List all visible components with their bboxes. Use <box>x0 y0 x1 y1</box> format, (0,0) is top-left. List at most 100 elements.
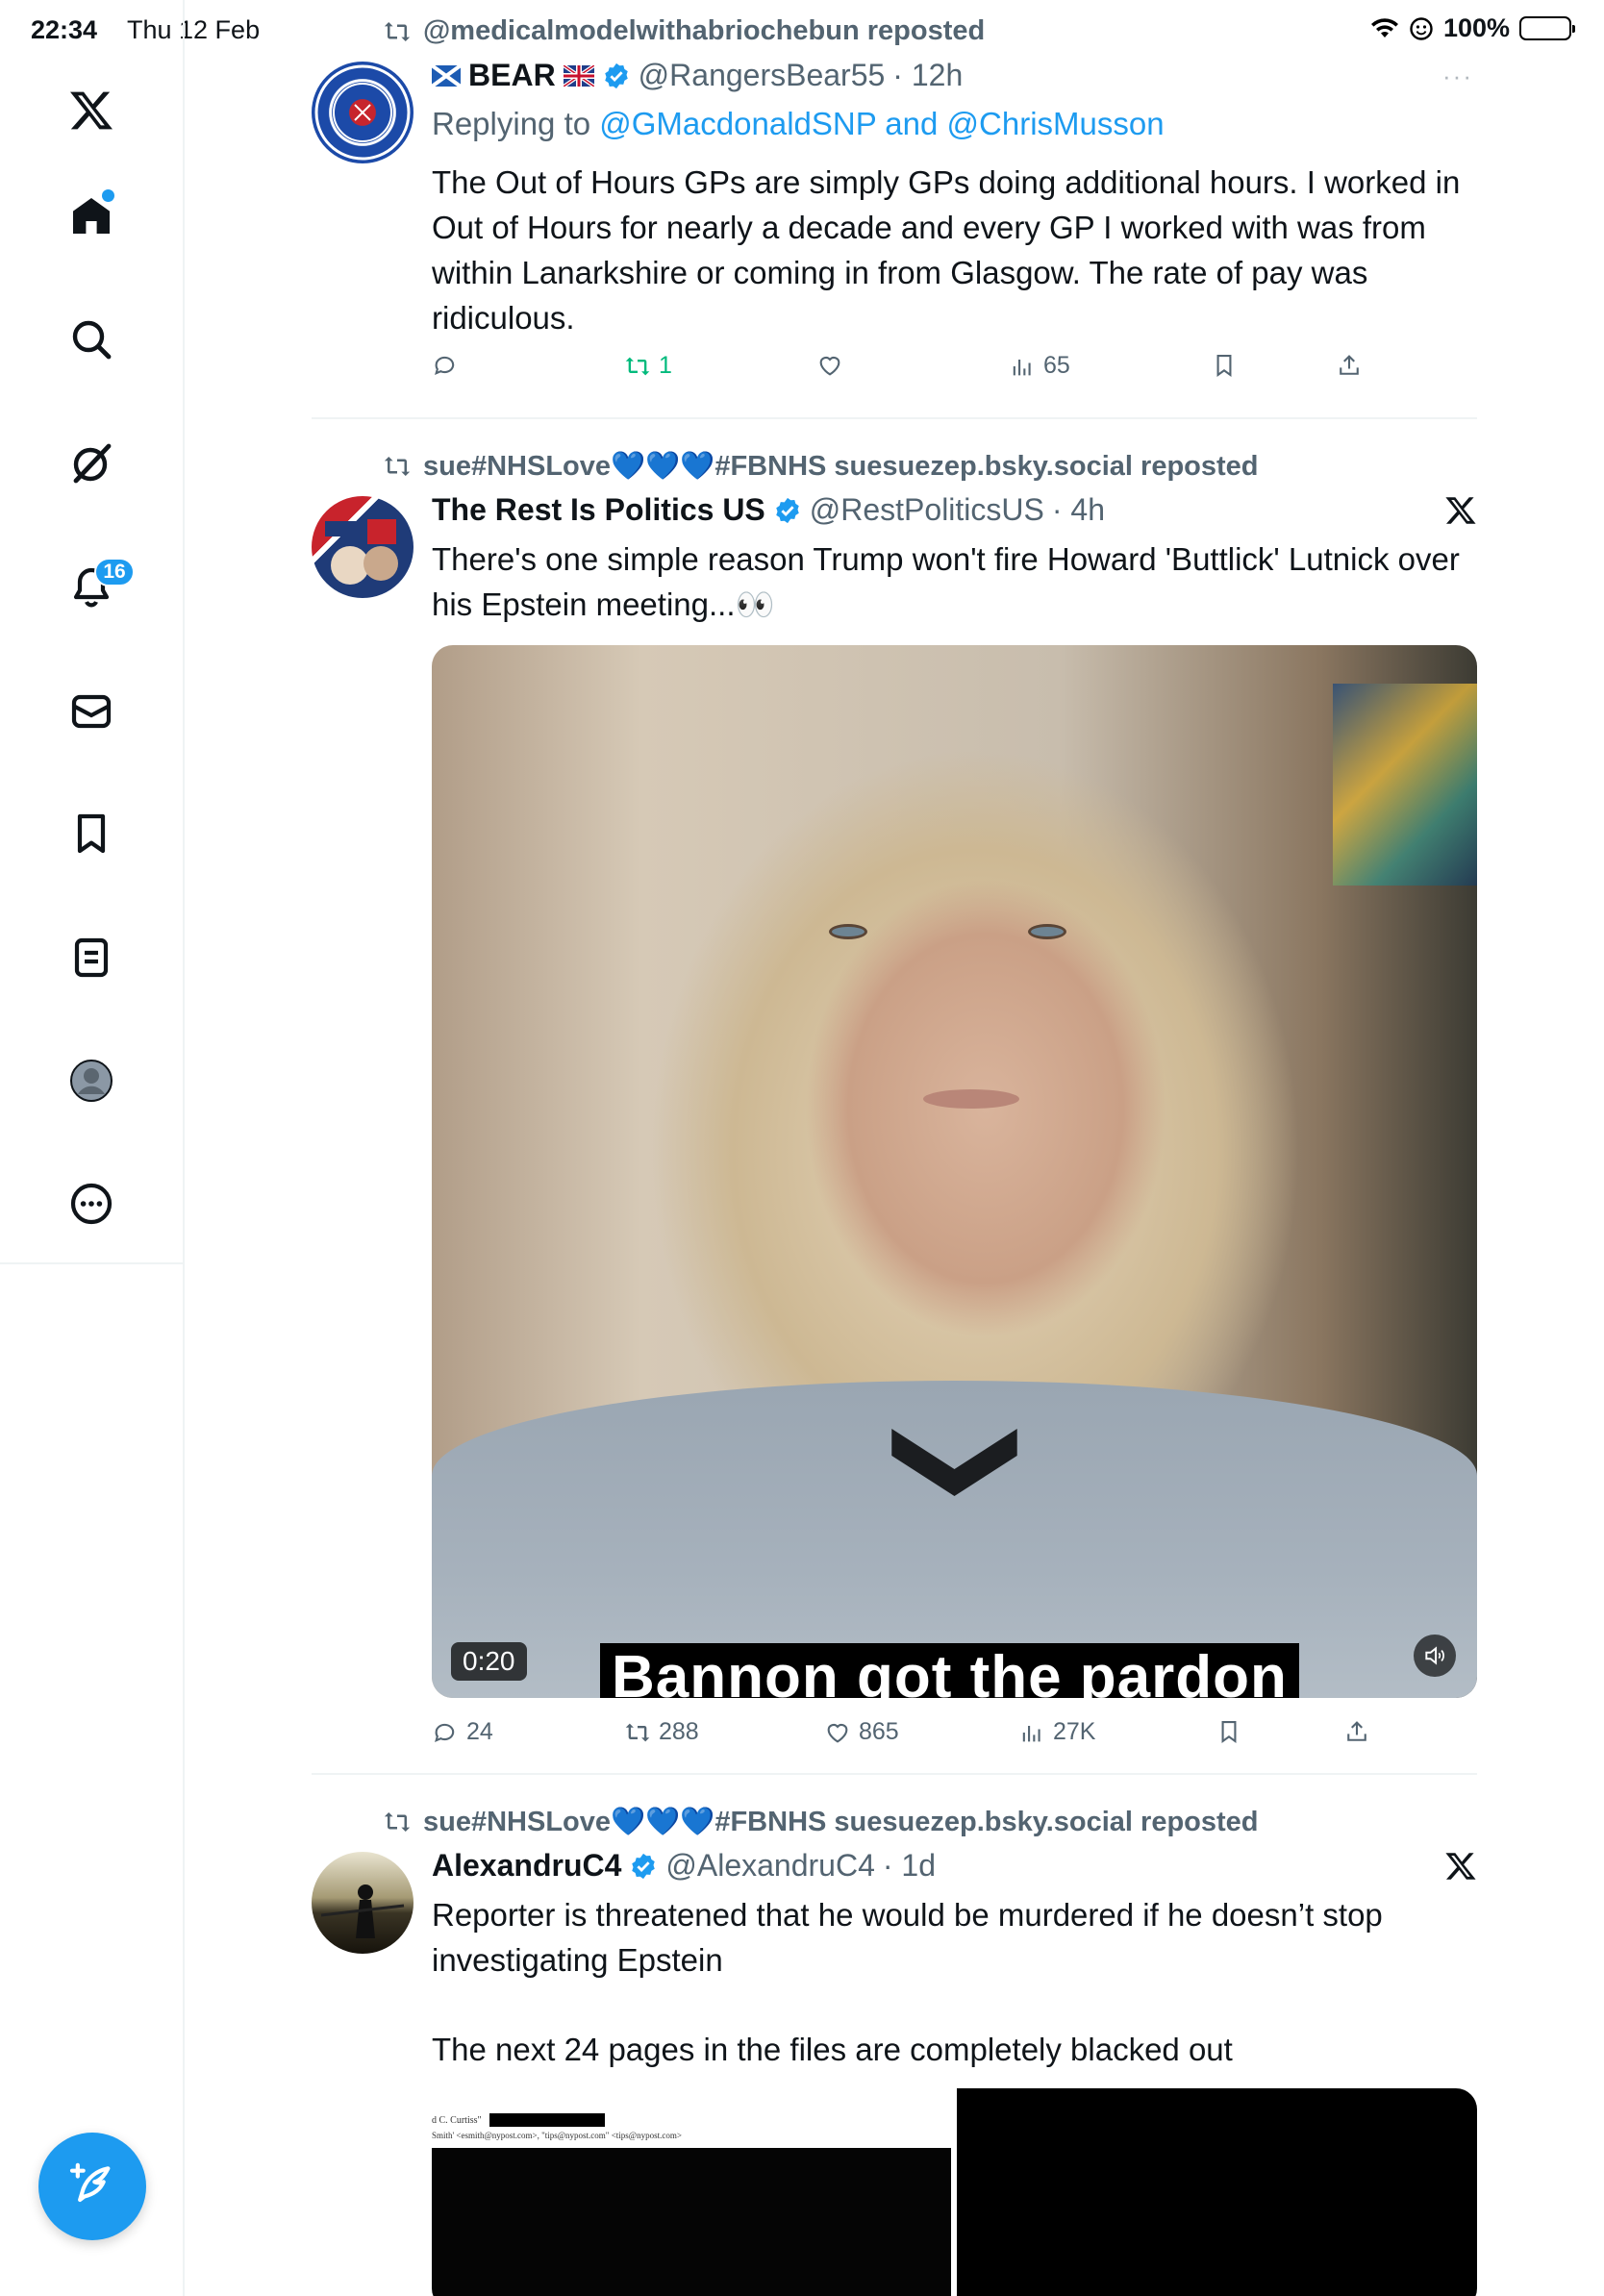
silhouette-icon <box>320 1884 405 1938</box>
repost-by[interactable]: sue#NHSLove💙💙💙#FBNHS suesuezep.bsky.soci… <box>423 450 1259 483</box>
repost-header: @medicalmodelwithabriochebun reposted <box>383 15 985 47</box>
reply-count: 24 <box>466 1718 493 1745</box>
share-icon <box>1347 1721 1366 1741</box>
sidebar-divider <box>183 1264 185 2296</box>
repost-header: sue#NHSLove💙💙💙#FBNHS suesuezep.bsky.soci… <box>383 450 1259 483</box>
repost-count: 1 <box>659 352 672 379</box>
share-button[interactable] <box>1343 1718 1370 1745</box>
like-icon <box>819 356 840 376</box>
document-image[interactable]: d C. Curtiss" Smith' <esmith@nypost.com>… <box>432 2088 951 2296</box>
more-options-button[interactable]: ··· <box>1442 62 1473 91</box>
avatar[interactable] <box>312 496 414 598</box>
like-button[interactable] <box>816 352 843 379</box>
repost-button[interactable]: 288 <box>624 1718 699 1746</box>
wifi-icon <box>1370 17 1398 37</box>
search-icon[interactable] <box>63 312 119 367</box>
x-logo-icon[interactable] <box>63 83 119 138</box>
tweet-time[interactable]: · 1d <box>883 1848 936 1884</box>
image-gallery[interactable]: d C. Curtiss" Smith' <esmith@nypost.com>… <box>432 2088 1477 2296</box>
repost-icon <box>625 1723 650 1741</box>
repost-count: 288 <box>659 1718 699 1745</box>
blacked-out-image[interactable] <box>957 2088 1477 2296</box>
podcast-logo-icon <box>325 519 398 585</box>
video-player[interactable]: Bannon got the pardon 0:20 <box>432 645 1477 1698</box>
home-unread-dot <box>102 189 114 202</box>
share-button[interactable] <box>1336 352 1363 379</box>
compose-icon <box>69 2162 111 2203</box>
avatar[interactable] <box>312 1852 414 1954</box>
video-caption: Bannon got the pardon <box>600 1643 1299 1698</box>
bookmark-button[interactable] <box>1216 1718 1242 1745</box>
more-icon[interactable] <box>63 1176 119 1232</box>
bookmark-icon[interactable] <box>63 806 119 861</box>
tweet-text[interactable]: There's one simple reason Trump won't fi… <box>432 537 1475 627</box>
views-icon <box>1013 359 1031 375</box>
bookmark-icon <box>1216 355 1232 377</box>
uk-flag-icon <box>563 64 594 87</box>
repost-icon <box>384 1812 411 1832</box>
battery-percent: 100% <box>1442 13 1510 42</box>
background-painting <box>1333 684 1477 886</box>
tweet-actions: 24 288 865 27K <box>432 1718 1393 1757</box>
tweet-actions: 1 65 <box>432 352 1374 390</box>
bookmark-icon <box>1221 1721 1237 1743</box>
replying-prefix: Replying to <box>432 106 600 141</box>
replying-to: Replying to @GMacdonaldSNP and @ChrisMus… <box>432 106 1165 142</box>
profile-icon[interactable] <box>63 1053 119 1109</box>
document-text-line: Smith' <esmith@nypost.com>, "tips@nypost… <box>432 2131 682 2140</box>
author-handle[interactable]: @RestPoliticsUS <box>810 492 1044 528</box>
repost-by[interactable]: @medicalmodelwithabriochebun reposted <box>423 15 985 47</box>
rangers-crest-icon <box>314 64 411 161</box>
author-name[interactable]: BEAR <box>468 58 556 93</box>
grok-icon[interactable] <box>63 436 119 491</box>
tweet-text[interactable]: Reporter is threatened that he would be … <box>432 1892 1475 1983</box>
bookmark-button[interactable] <box>1211 352 1238 379</box>
compose-button[interactable] <box>38 2133 146 2240</box>
x-logo-icon[interactable] <box>1444 1850 1477 1883</box>
views-count: 27K <box>1053 1718 1096 1745</box>
x-logo-icon[interactable] <box>1444 494 1477 527</box>
avatar[interactable] <box>312 62 414 163</box>
tweet-text-second-paragraph[interactable]: The next 24 pages in the files are compl… <box>432 2027 1475 2072</box>
mail-icon[interactable] <box>63 684 119 739</box>
share-icon <box>1340 355 1359 375</box>
tweet-header: AlexandruC4 @AlexandruC4 · 1d <box>432 1848 936 1884</box>
author-name[interactable]: AlexandruC4 <box>432 1848 621 1884</box>
like-count: 865 <box>859 1718 899 1745</box>
author-handle[interactable]: @AlexandruC4 <box>665 1848 874 1884</box>
views-button[interactable]: 27K <box>1018 1718 1095 1746</box>
video-frame: Bannon got the pardon 0:20 <box>432 645 1477 1698</box>
status-indicators: 100% <box>1370 13 1575 43</box>
repost-by[interactable]: sue#NHSLove💙💙💙#FBNHS suesuezep.bsky.soci… <box>423 1806 1259 1838</box>
like-button[interactable]: 865 <box>824 1718 899 1746</box>
tweet-text[interactable]: The Out of Hours GPs are simply GPs doin… <box>432 160 1475 340</box>
tweet-header: The Rest Is Politics US @RestPoliticsUS … <box>432 492 1105 528</box>
scotland-flag-icon <box>432 64 461 87</box>
video-figure-mouth <box>922 1089 1019 1109</box>
verified-icon <box>776 497 799 523</box>
views-count: 65 <box>1043 352 1070 379</box>
video-figure-eye <box>829 924 868 939</box>
list-icon[interactable] <box>63 930 119 986</box>
verified-icon <box>632 1853 656 1879</box>
author-handle[interactable]: @RangersBear55 <box>639 58 886 93</box>
reply-button[interactable] <box>432 352 459 379</box>
tweet-time[interactable]: · 4h <box>1052 492 1105 528</box>
reply-icon <box>435 1723 455 1742</box>
repost-button[interactable]: 1 <box>624 352 672 380</box>
focus-icon <box>1410 16 1433 40</box>
tweet-divider <box>312 1773 1477 1775</box>
reply-icon <box>435 356 455 375</box>
views-button[interactable]: 65 <box>1009 352 1070 380</box>
views-icon <box>1022 1725 1040 1741</box>
notifications-badge: 16 <box>94 558 135 586</box>
video-figure-eye <box>1027 924 1066 939</box>
tweet-header: BEAR @RangersBear55 · 12h <box>432 58 963 93</box>
reply-button[interactable]: 24 <box>432 1718 493 1746</box>
author-name[interactable]: The Rest Is Politics US <box>432 492 765 528</box>
mute-button[interactable] <box>1414 1635 1456 1677</box>
tweet-time[interactable]: · 12h <box>892 58 963 93</box>
repost-header: sue#NHSLove💙💙💙#FBNHS suesuezep.bsky.soci… <box>383 1806 1259 1838</box>
reply-mentions[interactable]: @GMacdonaldSNP and @ChrisMusson <box>599 106 1164 141</box>
repost-icon <box>384 457 411 476</box>
